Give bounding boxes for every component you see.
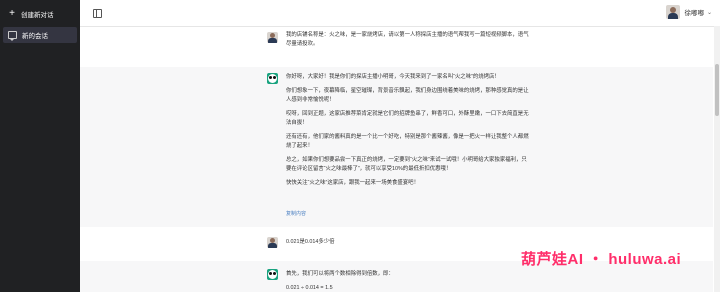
message-paragraph: 0.021 ÷ 0.014 = 1.5 [286,285,333,291]
sidebar-item-label: 新的会话 [22,33,48,40]
user-menu[interactable]: 徐嘟嘟 ⌄ [666,5,712,19]
message-paragraph: 哎呀，回到正题，这家店推荐菜肯定就是它们的招牌鱼串了，鲜香可口，外酥里嫩，一口下… [286,111,529,126]
message-paragraph: 你们想象一下，夜幕降临，星空璀璨，背景音乐飘起，我们身边围绕着美味的烧烤，那种感… [286,88,529,103]
new-chat-button[interactable]: + 创建新对话 [4,5,76,23]
user-name: 徐嘟嘟 [684,10,704,17]
assistant-message: 你好呀，大家好！我是你们的探店主播小明哥，今天我来到了一家名叫“火之味”的烧烤店… [80,67,713,227]
scrollbar[interactable] [714,26,720,292]
copy-content-link[interactable]: 复制内容 [286,210,306,217]
panda-avatar-icon [267,73,278,84]
message-paragraph: 还有还有，他们家的酱料真的是一个比一个好吃，特别是那个酱辣酱，像是一把火一样让我… [286,134,529,149]
user-message: 我的店铺名称是：火之味，是一家烧烤店，请以第一人称探店主播的语气帮我写一篇短视频… [80,27,713,67]
message-paragraph: 总之，如果你们想要品尝一下真正的烧烤，一定要到“火之味”来试一试哦！小明哥给大家… [286,157,527,172]
sidebar: + 创建新对话 新的会话 [0,0,80,292]
message-paragraph: 你好呀，大家好！我是你们的探店主播小明哥，今天我来到了一家名叫“火之味”的烧烤店… [286,74,500,80]
top-bar: 徐嘟嘟 ⌄ [80,0,720,27]
sidebar-toggle-icon[interactable] [93,9,102,18]
new-chat-label: 创建新对话 [21,12,54,19]
message-paragraph: 首先，我们可以将两个数相除得到倍数，即： [286,271,394,277]
message-paragraph: 快快关注“火之味”这家店，跟我一起来一场美食盛宴吧！ [286,180,419,186]
chevron-down-icon: ⌄ [706,9,712,16]
user-avatar-icon [267,237,278,248]
plus-icon: + [9,8,15,19]
sidebar-item-new-session[interactable]: 新的会话 [3,27,77,43]
avatar [666,5,681,19]
message-text: 我的店铺名称是：火之味，是一家烧烤店，请以第一人称探店主播的语气帮我写一篇短视频… [286,32,529,47]
message-text: 0.021是0.014多少倍 [286,239,335,245]
user-avatar-icon [267,32,278,43]
watermark: 葫芦娃AI ・ huluwa.ai [521,251,682,268]
chat-bubble-icon [8,31,17,41]
scrollbar-thumb[interactable] [715,64,719,116]
panda-avatar-icon [267,269,278,280]
